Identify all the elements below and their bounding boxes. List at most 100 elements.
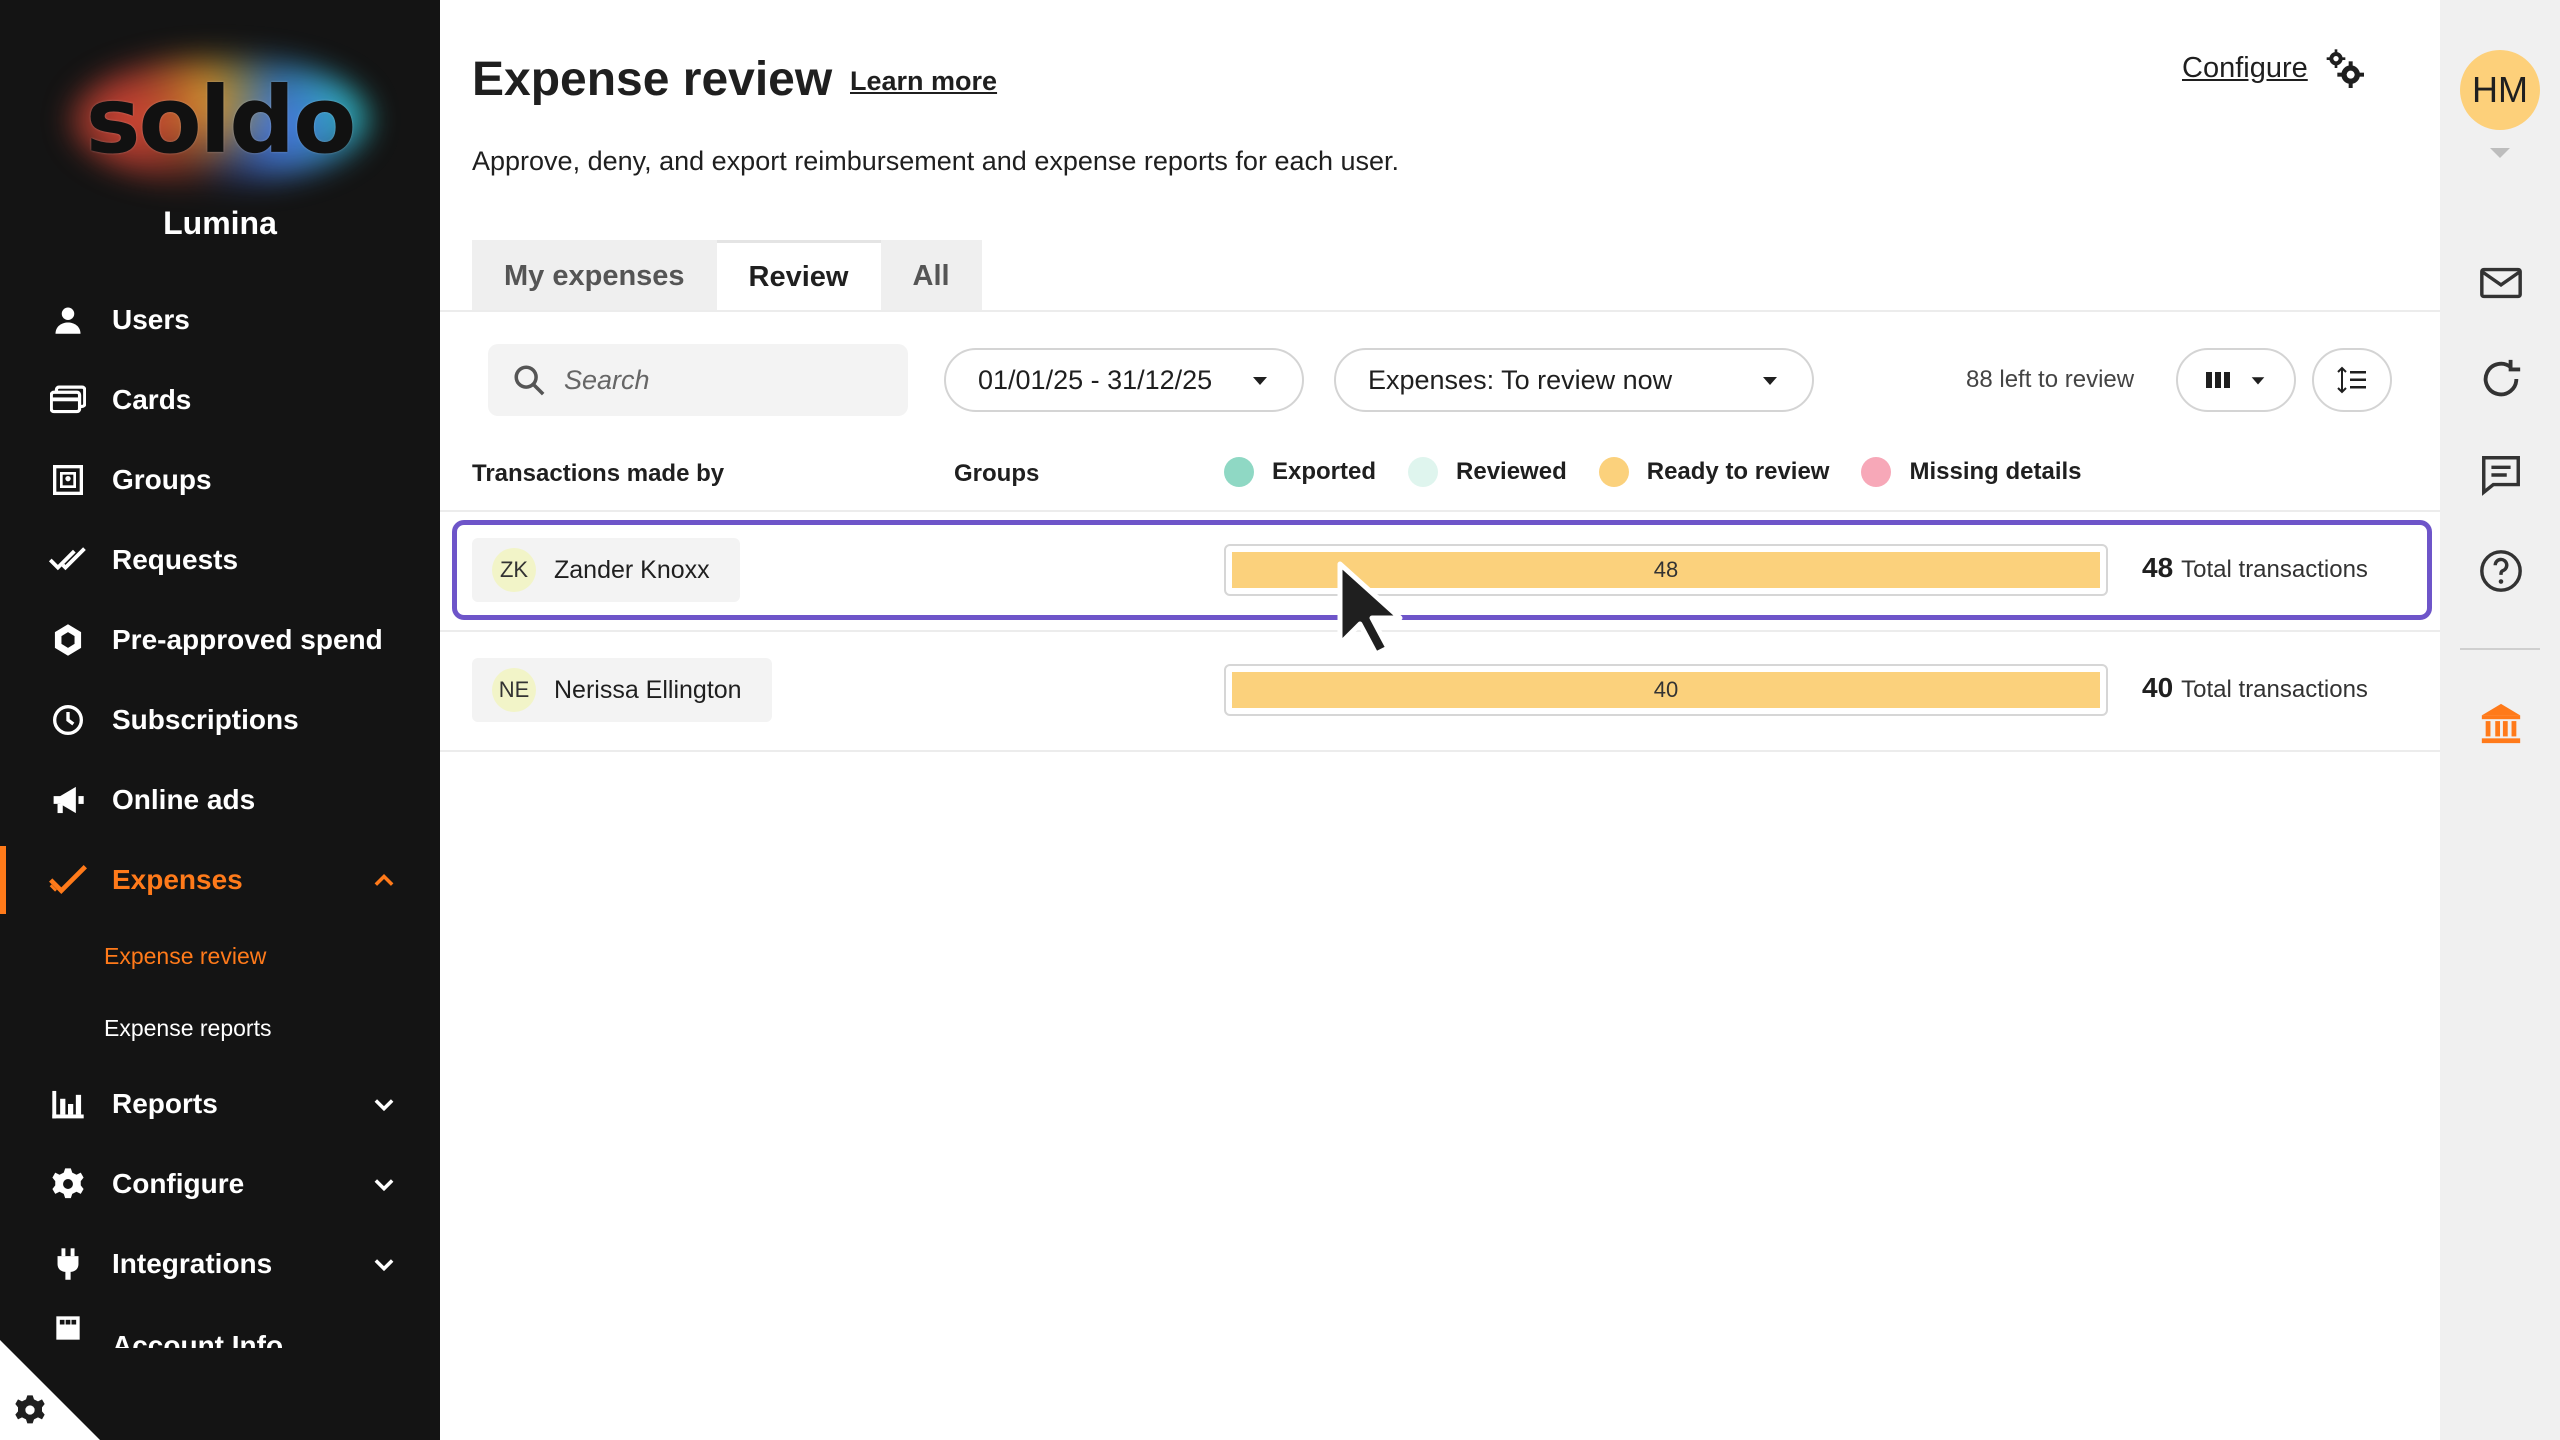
legend-ready-to-review: Ready to review	[1598, 457, 1830, 487]
page-title: Expense review	[472, 53, 833, 106]
status-bar-value: 48	[1653, 557, 1679, 582]
mail-icon[interactable]	[2478, 260, 2524, 306]
mouse-cursor-icon	[1337, 561, 1403, 656]
table-row[interactable]: NE Nerissa Ellington 40 40 Total transac…	[440, 632, 2440, 752]
search-box[interactable]	[488, 344, 908, 416]
sidebar-subitem-label: Expense reports	[104, 1014, 272, 1041]
sidebar-item-label: Subscriptions	[112, 704, 299, 735]
date-range-dropdown[interactable]: 01/01/25 - 31/12/25	[944, 348, 1304, 412]
user-icon	[48, 300, 88, 340]
status-legend: Exported Reviewed Ready to review Missin…	[1224, 454, 2114, 490]
columns-icon	[2206, 372, 2230, 388]
sidebar-subitem-expense-reports[interactable]: Expense reports	[0, 992, 440, 1064]
total-transactions: 48 Total transactions	[2142, 552, 2368, 584]
user-avatar[interactable]: HM	[2460, 50, 2540, 130]
sidebar-item-label: Online ads	[112, 784, 256, 815]
sidebar-item-label: Cards	[112, 384, 192, 415]
refresh-icon[interactable]	[2478, 356, 2524, 402]
user-chip[interactable]: ZK Zander Knoxx	[472, 538, 740, 602]
total-transactions: 40 Total transactions	[2142, 672, 2368, 704]
page-subtitle: Approve, deny, and export reimbursement …	[472, 146, 1400, 176]
legend-dot	[1861, 457, 1892, 487]
sidebar-item-users[interactable]: Users	[0, 280, 440, 360]
columns-toggle-button[interactable]	[2176, 348, 2296, 412]
groups-icon	[48, 460, 88, 500]
user-chip[interactable]: NE Nerissa Ellington	[472, 658, 772, 722]
status-bar-ready: 40	[1232, 672, 2100, 708]
legend-label: Exported	[1272, 458, 1377, 485]
status-dropdown[interactable]: Expenses: To review now	[1334, 348, 1814, 412]
soldo-logo[interactable]: soldo	[60, 45, 380, 195]
sidebar-item-expenses[interactable]: Expenses	[0, 840, 440, 920]
tab-bar: My expenses Review All	[472, 240, 982, 312]
org-name: Lumina	[163, 205, 277, 241]
caret-down-icon	[1253, 377, 1267, 385]
total-count: 40	[2142, 672, 2174, 703]
search-icon	[514, 365, 545, 396]
chevron-up-icon[interactable]	[370, 866, 398, 894]
gear-icon	[48, 1164, 88, 1204]
legend-label: Missing details	[1909, 458, 2082, 485]
clock-icon	[48, 700, 88, 740]
chevron-down-icon[interactable]	[370, 1170, 398, 1198]
avatar: NE	[492, 668, 536, 712]
status-bar[interactable]: 40	[1224, 664, 2108, 716]
sidebar-item-label: Account Info	[112, 1330, 284, 1348]
sort-button[interactable]	[2312, 348, 2392, 412]
sidebar-item-requests[interactable]: Requests	[0, 520, 440, 600]
right-rail: HM	[2440, 0, 2560, 1440]
sidebar-item-label: Groups	[112, 464, 212, 495]
status-value: Expenses: To review now	[1368, 364, 1673, 395]
sort-list-icon	[2337, 366, 2366, 394]
sidebar-item-groups[interactable]: Groups	[0, 440, 440, 520]
legend-exported: Exported	[1224, 457, 1376, 487]
gears-icon	[2326, 49, 2364, 88]
chevron-down-icon[interactable]	[370, 1250, 398, 1278]
legend-label: Reviewed	[1456, 458, 1567, 485]
sidebar-item-subscriptions[interactable]: Subscriptions	[0, 680, 440, 760]
card-icon	[48, 380, 88, 420]
tab-all[interactable]: All	[880, 240, 982, 312]
sidebar-item-label: Configure	[112, 1168, 245, 1199]
bank-icon[interactable]	[2478, 700, 2524, 746]
sidebar-nav: Users Cards Groups Requests Pre-approved…	[0, 280, 440, 1348]
configure-link-label: Configure	[2182, 51, 2308, 84]
avatar: ZK	[492, 548, 536, 592]
megaphone-icon	[48, 780, 88, 820]
sidebar-item-label: Expenses	[112, 864, 243, 895]
configure-link[interactable]: Configure	[2182, 48, 2364, 88]
legend-label: Ready to review	[1646, 458, 1830, 485]
sidebar-subitem-label: Expense review	[104, 942, 267, 969]
sidebar-item-online-ads[interactable]: Online ads	[0, 760, 440, 840]
bar-chart-icon	[48, 1084, 88, 1124]
sidebar-item-label: Integrations	[112, 1248, 273, 1279]
sidebar: soldo Lumina Users Cards Groups Requests	[0, 0, 440, 1440]
sidebar-item-configure[interactable]: Configure	[0, 1144, 440, 1224]
learn-more-link[interactable]: Learn more	[850, 66, 997, 97]
chevron-down-icon[interactable]	[370, 1090, 398, 1118]
table-row[interactable]: ZK Zander Knoxx 48 48 Total transactions	[440, 512, 2440, 632]
chat-icon[interactable]	[2478, 452, 2524, 498]
legend-dot	[1598, 457, 1629, 487]
sidebar-item-cards[interactable]: Cards	[0, 360, 440, 440]
double-check-icon	[48, 540, 88, 580]
corner-settings-button[interactable]	[0, 1340, 100, 1440]
user-name: Nerissa Ellington	[554, 675, 742, 704]
search-input[interactable]	[564, 364, 884, 396]
tab-my-expenses[interactable]: My expenses	[472, 240, 717, 312]
date-range-value: 01/01/25 - 31/12/25	[978, 364, 1213, 395]
caret-down-icon[interactable]	[2489, 146, 2511, 160]
sidebar-item-pre-approved-spend[interactable]: Pre-approved spend	[0, 600, 440, 680]
total-label: Total transactions	[2181, 556, 2368, 583]
sidebar-item-reports[interactable]: Reports	[0, 1064, 440, 1144]
tab-review[interactable]: Review	[716, 240, 881, 312]
status-bar-value: 40	[1653, 677, 1679, 702]
total-count: 48	[2142, 552, 2174, 583]
legend-reviewed: Reviewed	[1408, 457, 1567, 487]
sidebar-item-account-info[interactable]: Account Info	[0, 1304, 440, 1348]
sidebar-item-integrations[interactable]: Integrations	[0, 1224, 440, 1304]
sidebar-subitem-expense-review[interactable]: Expense review	[0, 920, 440, 992]
sidebar-item-label: Pre-approved spend	[112, 624, 383, 655]
checkmark-icon	[48, 860, 88, 900]
help-icon[interactable]	[2478, 548, 2524, 594]
